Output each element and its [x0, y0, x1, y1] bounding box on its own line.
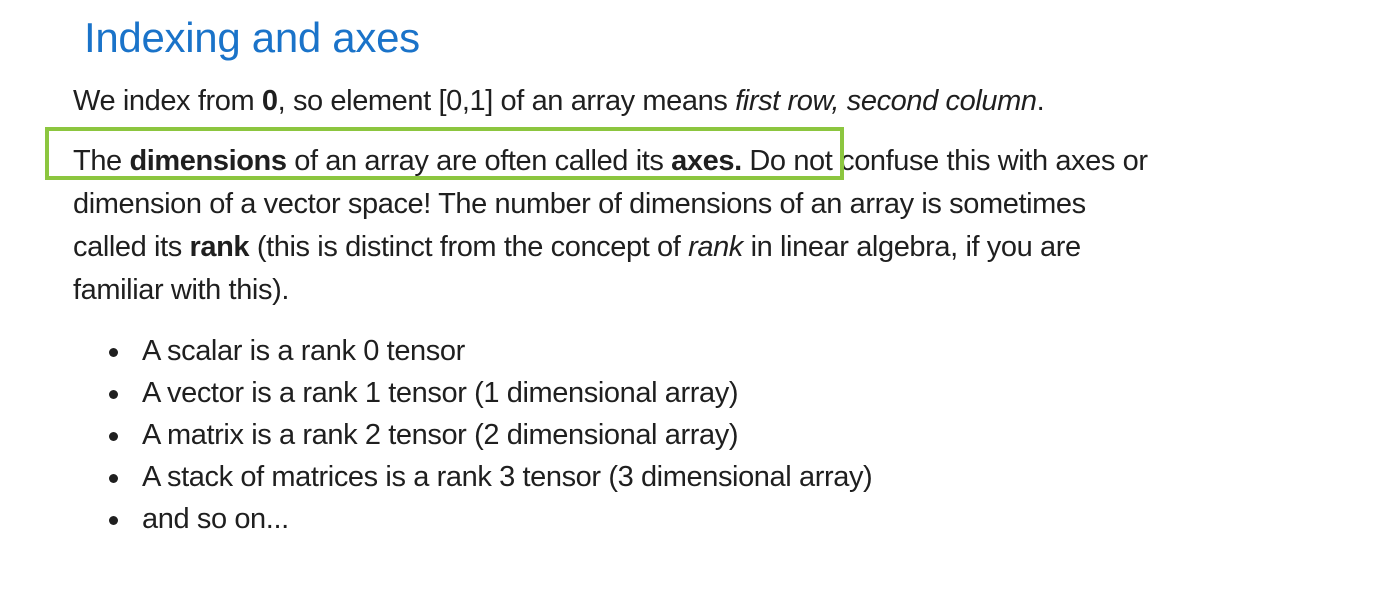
- bullet-list: A scalar is a rank 0 tensor A vector is …: [107, 330, 873, 540]
- bullet-icon: [109, 348, 118, 357]
- bullet-icon: [109, 474, 118, 483]
- paragraph-indexing: We index from 0, so element [0,1] of an …: [73, 80, 1045, 123]
- paragraph-axes-line-4: familiar with this).: [73, 274, 289, 306]
- bullet-icon: [109, 390, 118, 399]
- text-run: We index from: [73, 85, 262, 117]
- list-item: A vector is a rank 1 tensor (1 dimension…: [107, 372, 872, 414]
- list-item-text: A vector is a rank 1 tensor (1 dimension…: [142, 377, 739, 409]
- italic-text: first row, second column: [735, 85, 1037, 117]
- bold-text: 0: [261, 85, 278, 117]
- italic-text: rank: [688, 231, 743, 263]
- list-item: A scalar is a rank 0 tensor: [107, 330, 872, 372]
- list-item: and so on...: [107, 498, 872, 540]
- page-title: Indexing and axes: [84, 14, 420, 61]
- bold-text: rank: [189, 231, 250, 263]
- text-run: .: [1036, 85, 1045, 117]
- paragraph-axes-line-3: called its rank (this is distinct from t…: [73, 226, 1081, 269]
- highlight-box: [45, 127, 844, 180]
- text-run: , so element [0,1] of an array means: [277, 85, 736, 117]
- text-run: (this is distinct from the concept of: [249, 231, 689, 263]
- list-item-text: A scalar is a rank 0 tensor: [142, 335, 465, 367]
- list-item-text: A matrix is a rank 2 tensor (2 dimension…: [142, 419, 739, 451]
- bullet-icon: [109, 432, 118, 441]
- slide: Indexing and axes We index from 0, so el…: [0, 0, 1385, 597]
- bullet-icon: [109, 516, 118, 525]
- text-run: in linear algebra, if you are: [742, 231, 1082, 263]
- list-item: A matrix is a rank 2 tensor (2 dimension…: [107, 414, 872, 456]
- list-item-text: A stack of matrices is a rank 3 tensor (…: [142, 461, 873, 493]
- list-item-text: and so on...: [142, 503, 289, 535]
- paragraph-axes-line-2: dimension of a vector space! The number …: [73, 188, 1086, 220]
- list-item: A stack of matrices is a rank 3 tensor (…: [107, 456, 873, 498]
- text-run: called its: [73, 231, 190, 263]
